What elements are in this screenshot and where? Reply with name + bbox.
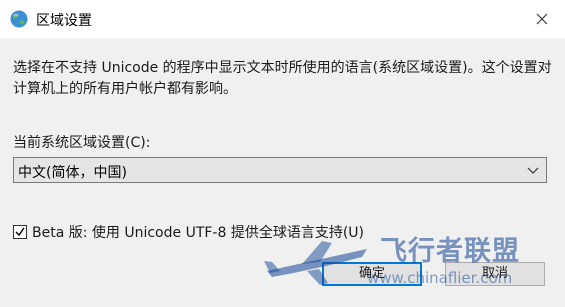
beta-utf8-label: Beta 版: 使用 Unicode UTF-8 提供全球语言支持(U) xyxy=(32,225,365,241)
locale-selected-value: 中文(简体，中国) xyxy=(18,165,127,181)
cancel-button[interactable]: 取消 xyxy=(445,262,545,286)
title-bar[interactable]: 区域设置 xyxy=(0,0,565,38)
close-icon xyxy=(536,13,548,25)
window-title: 区域设置 xyxy=(36,13,92,29)
locale-dropdown[interactable]: 中文(简体，中国) xyxy=(13,157,547,183)
region-settings-dialog: 区域设置 选择在不支持 Unicode 的程序中显示文本时所使用的语言(系统区域… xyxy=(0,0,565,307)
checkmark-icon xyxy=(15,227,25,237)
ok-button[interactable]: 确定 xyxy=(322,262,422,286)
locale-label: 当前系统区域设置(C): xyxy=(13,135,151,151)
beta-utf8-checkbox[interactable] xyxy=(13,225,27,239)
description-text: 选择在不支持 Unicode 的程序中显示文本时所使用的语言(系统区域设置)。这… xyxy=(13,60,552,97)
beta-utf8-option[interactable]: Beta 版: 使用 Unicode UTF-8 提供全球语言支持(U) xyxy=(13,222,364,242)
globe-icon xyxy=(9,9,29,29)
close-button[interactable] xyxy=(519,0,565,38)
chevron-down-icon xyxy=(527,167,539,174)
